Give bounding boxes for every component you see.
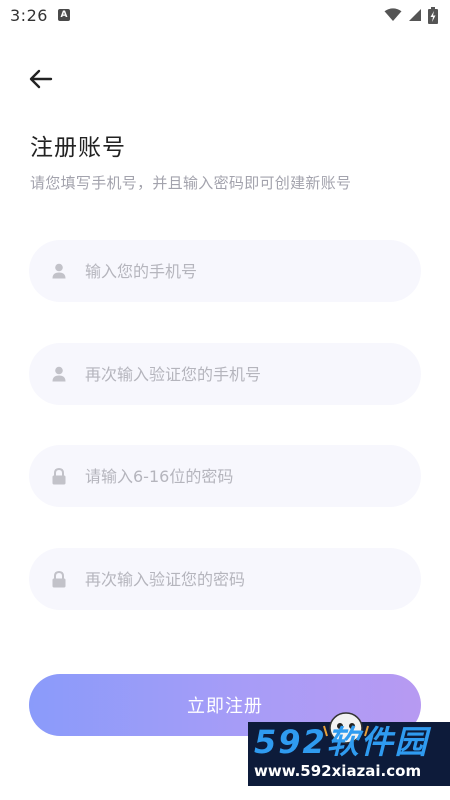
status-icons	[384, 6, 438, 24]
page-title: 注册账号	[30, 134, 126, 160]
password-confirm-field[interactable]	[29, 548, 421, 610]
phone-field[interactable]	[29, 240, 421, 302]
password-input[interactable]	[83, 465, 387, 487]
arrow-left-icon	[29, 69, 53, 89]
battery-charging-icon	[428, 6, 438, 24]
watermark-brand: 592软件园	[254, 723, 429, 761]
password-field[interactable]	[29, 445, 421, 507]
password-confirm-input[interactable]	[83, 568, 387, 590]
watermark-url: www.592xiazai.com	[254, 762, 422, 780]
back-button[interactable]	[26, 64, 56, 94]
user-icon	[51, 366, 67, 382]
a-notification-icon: A	[58, 9, 70, 21]
status-time: 3:26	[10, 6, 48, 25]
status-bar: 3:26 A	[0, 0, 450, 32]
register-button-label: 立即注册	[187, 696, 263, 717]
phone-confirm-field[interactable]	[29, 343, 421, 405]
lock-icon	[51, 467, 67, 484]
lock-icon	[51, 570, 67, 587]
wifi-icon	[384, 8, 402, 21]
register-screen: 3:26 A 注册账号 请您填写手机号，并且输入密码即可创建新账号 输入您的手机…	[0, 0, 450, 800]
user-icon	[51, 263, 67, 279]
page-subtitle: 请您填写手机号，并且输入密码即可创建新账号	[30, 174, 352, 192]
cell-signal-icon	[409, 9, 421, 21]
phone-confirm-input[interactable]	[83, 363, 387, 385]
phone-input[interactable]	[83, 260, 387, 282]
